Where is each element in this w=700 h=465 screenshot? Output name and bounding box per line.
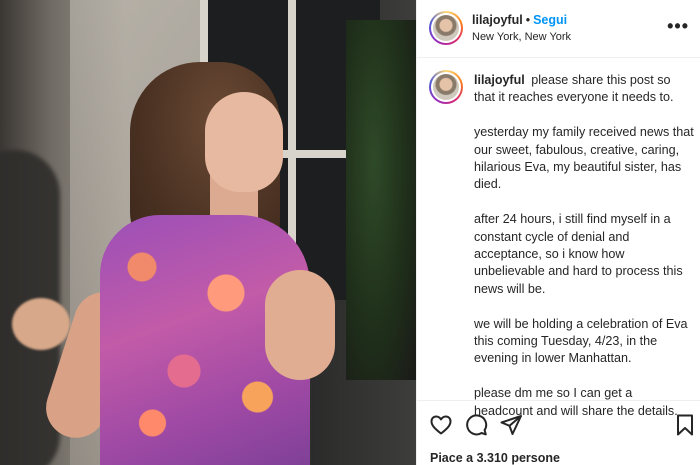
photo-face [205, 92, 283, 192]
post-photo[interactable] [0, 0, 416, 465]
more-options-icon[interactable]: ••• [667, 17, 689, 35]
post-header: lilajoyful • Segui New York, New York ••• [417, 0, 700, 58]
caption-body: lilajoyful please share this post so tha… [474, 72, 694, 437]
photo-arm-right [265, 270, 335, 380]
caption-avatar[interactable] [429, 70, 463, 104]
follow-button[interactable]: Segui [533, 13, 567, 27]
header-user-line: lilajoyful • Segui [472, 13, 567, 27]
caption-paragraph: we will be holding a celebration of Eva … [474, 316, 688, 366]
comment-icon[interactable] [464, 413, 488, 437]
likes-count[interactable]: Piace a 3.310 persone [430, 451, 560, 465]
post-location[interactable]: New York, New York [472, 31, 571, 43]
post-side-panel: lilajoyful • Segui New York, New York ••• … [416, 0, 700, 465]
caption-paragraph: after 24 hours, i still find myself in a… [474, 212, 683, 296]
caption-username[interactable]: lilajoyful [474, 73, 525, 87]
bookmark-icon[interactable] [673, 413, 697, 437]
caption-paragraph: yesterday my family received news that o… [474, 125, 694, 192]
heart-icon[interactable] [429, 413, 453, 437]
share-icon[interactable] [499, 413, 523, 437]
caption-intro: lilajoyful please share this post so tha… [474, 72, 694, 107]
header-username[interactable]: lilajoyful [472, 13, 523, 27]
post-actions-bar: Piace a 3.310 persone [417, 400, 700, 465]
photo-plant [346, 20, 416, 380]
post-caption: lilajoyful please share this post so tha… [429, 70, 694, 418]
profile-avatar[interactable] [429, 11, 463, 45]
photo-hand [12, 298, 70, 350]
header-separator: • [525, 13, 531, 27]
